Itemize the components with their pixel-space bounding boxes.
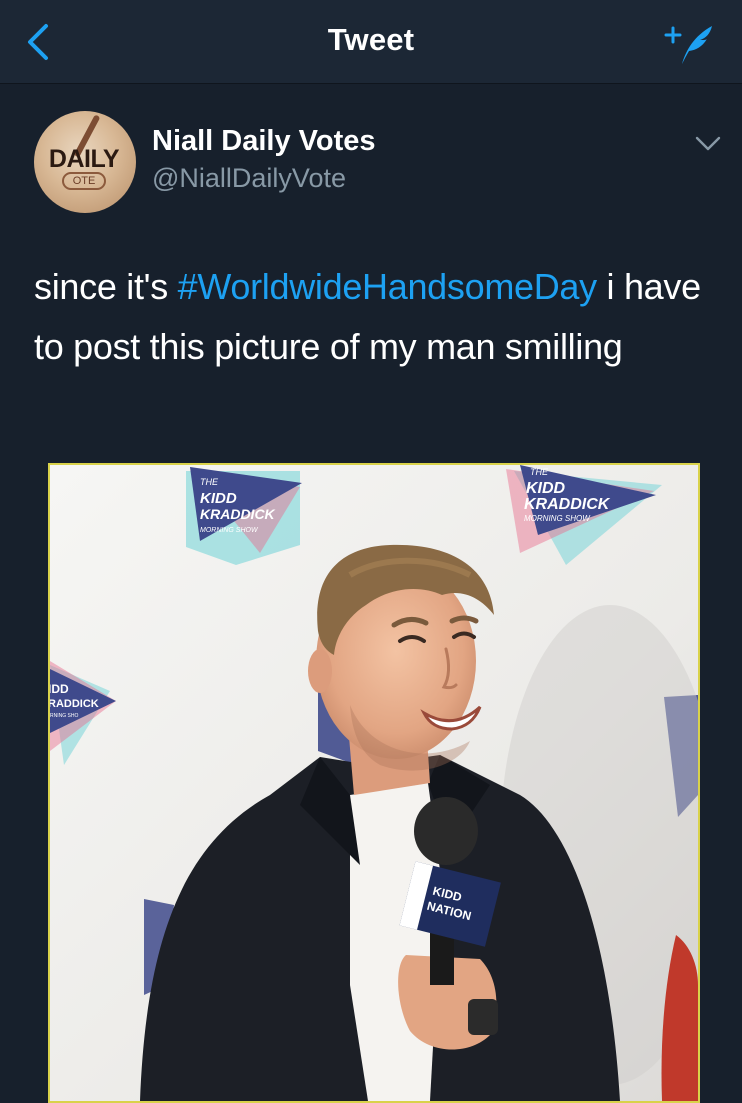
page-title: Tweet xyxy=(327,22,415,57)
tweet-options-button[interactable] xyxy=(694,133,722,155)
photo-illustration: THE KIDD KRADDICK MORNING SHOW THE KIDD … xyxy=(50,465,698,1101)
backdrop-logo-right-line1: KIDD xyxy=(526,480,566,497)
avatar-logo-text: DAILY xyxy=(48,145,120,173)
display-name[interactable]: Niall Daily Votes xyxy=(152,125,376,158)
chevron-down-icon xyxy=(695,136,721,151)
user-handle[interactable]: @NiallDailyVote xyxy=(152,163,346,194)
backdrop-logo-right-line3: MORNING SHOW xyxy=(524,514,591,523)
avatar[interactable]: DAILY OTE xyxy=(34,111,136,213)
backdrop-logo-left-line2: RADDICK xyxy=(50,698,99,710)
backdrop-logo-left-line3: RNING SHO xyxy=(50,713,78,719)
ear xyxy=(308,649,332,693)
compose-tweet-button[interactable] xyxy=(664,20,724,68)
backdrop-logo-top-line3: MORNING SHOW xyxy=(200,527,259,534)
backdrop-logo-right-the: THE xyxy=(530,467,549,477)
backdrop-logo-top-line2: KRADDICK xyxy=(200,506,276,522)
tweet-text-before: since it's xyxy=(34,266,178,307)
tweet-photo[interactable]: THE KIDD KRADDICK MORNING SHOW THE KIDD … xyxy=(48,463,700,1103)
backdrop-logo-top-line1: KIDD xyxy=(200,490,237,507)
backdrop-logo-left-line1: IDD xyxy=(50,682,69,696)
tweet: DAILY OTE Niall Daily Votes @NiallDailyV… xyxy=(0,85,742,1103)
wristwatch xyxy=(468,999,498,1035)
avatar-logo-subtext: OTE xyxy=(62,172,106,190)
navigation-bar: Tweet xyxy=(0,0,742,84)
backdrop-logo-right-line2: KRADDICK xyxy=(524,496,611,513)
hashtag-link[interactable]: #WorldwideHandsomeDay xyxy=(178,266,598,307)
backdrop-logo-top-the: THE xyxy=(200,477,219,487)
tweet-text: since it's #WorldwideHandsomeDay i have … xyxy=(34,257,714,377)
compose-tweet-icon xyxy=(664,26,712,64)
